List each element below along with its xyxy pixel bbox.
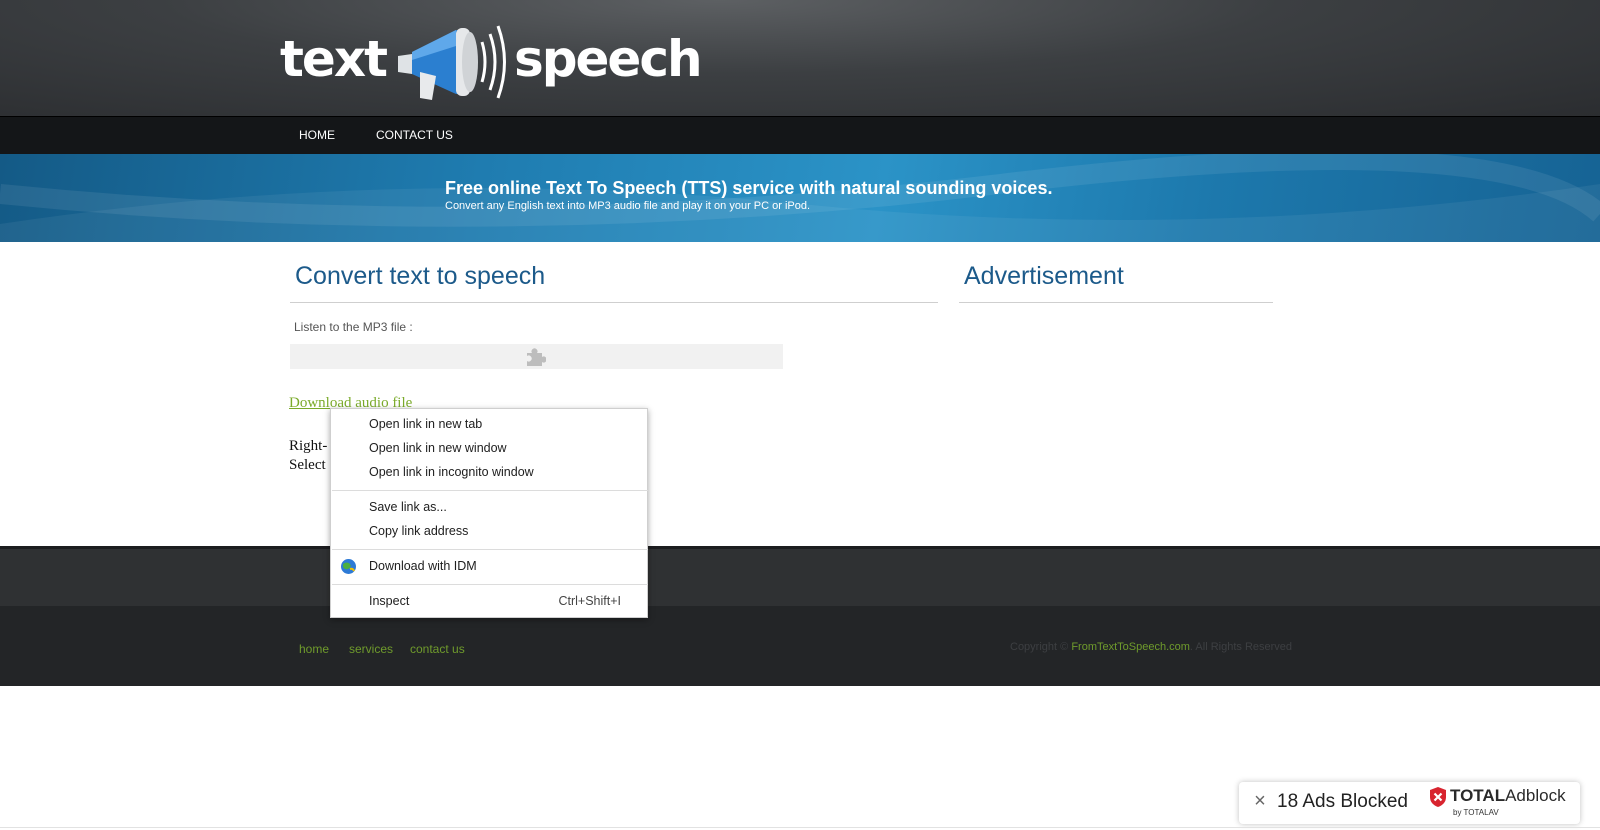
instruction-line-1: Right- [289,438,328,454]
megaphone-icon [397,25,506,100]
adblock-by-text: by TOTALAV [1453,808,1499,817]
main-nav: HOME CONTACT US [0,116,1600,155]
brand-light: Adblock [1505,786,1566,805]
adblock-brand: TOTALAdblock [1450,786,1566,806]
adblock-shield-icon [1430,787,1446,807]
banner-subtitle: Convert any English text into MP3 audio … [445,200,811,212]
close-icon[interactable]: × [1249,790,1271,812]
context-menu: Open link in new tab Open link in new wi… [330,408,648,618]
menu-separator [332,584,648,585]
footer-top-band [0,546,1600,609]
banner-title: Free online Text To Speech (TTS) service… [445,178,1053,198]
advertisement-divider [959,302,1273,303]
menu-item-label: Open link in new window [369,441,507,455]
menu-download-with-idm[interactable]: Download with IDM [331,555,647,579]
menu-separator [332,549,648,550]
footer [0,606,1600,686]
brand-bold: TOTAL [1450,786,1506,805]
footer-link-home[interactable]: home [299,642,329,656]
audio-player-plugin[interactable] [290,344,783,369]
menu-copy-link-address[interactable]: Copy link address [331,520,647,544]
page-title: Convert text to speech [295,262,546,290]
nav-contact-us[interactable]: CONTACT US [376,128,453,142]
menu-open-new-tab[interactable]: Open link in new tab [331,413,647,437]
mp3-label: Listen to the MP3 file : [294,320,413,334]
instruction-line-2: Select [289,457,326,473]
menu-save-link-as[interactable]: Save link as... [331,496,647,520]
menu-open-incognito[interactable]: Open link in incognito window [331,461,647,485]
site-header: text speech [0,0,1600,116]
hero-banner: Free online Text To Speech (TTS) service… [0,154,1600,242]
page-bottom-border [0,827,1600,828]
plugin-puzzle-icon [527,348,546,366]
menu-item-label: Open link in incognito window [369,465,534,479]
title-divider [290,302,938,303]
adblock-notification: × 18 Ads Blocked TOTALAdblock by TOTALAV [1239,782,1580,824]
menu-item-label: Open link in new tab [369,417,483,431]
footer-link-contact-us[interactable]: contact us [410,642,465,656]
menu-inspect[interactable]: Inspect Ctrl+Shift+I [331,590,647,614]
nav-home[interactable]: HOME [299,128,335,142]
copyright-text: Copyright © FromTextToSpeech.com. All Ri… [1010,641,1292,653]
menu-item-shortcut: Ctrl+Shift+I [558,594,621,608]
menu-separator [332,490,648,491]
logo-text-left: text [280,30,388,88]
menu-item-label: Inspect [369,594,410,608]
advertisement-title: Advertisement [964,262,1124,290]
ads-blocked-count: 18 Ads Blocked [1277,791,1408,812]
menu-item-label: Copy link address [369,524,469,538]
copyright-suffix: . All Rights Reserved [1189,641,1293,653]
copyright-site-link[interactable]: FromTextToSpeech.com [1071,641,1190,653]
menu-item-label: Save link as... [369,500,447,514]
site-logo[interactable]: text speech [280,16,703,102]
footer-link-services[interactable]: services [349,642,393,656]
copyright-prefix: Copyright © [1010,641,1069,653]
idm-globe-icon [341,559,356,574]
menu-item-label: Download with IDM [369,559,477,573]
menu-open-new-window[interactable]: Open link in new window [331,437,647,461]
logo-text-right: speech [513,30,703,88]
